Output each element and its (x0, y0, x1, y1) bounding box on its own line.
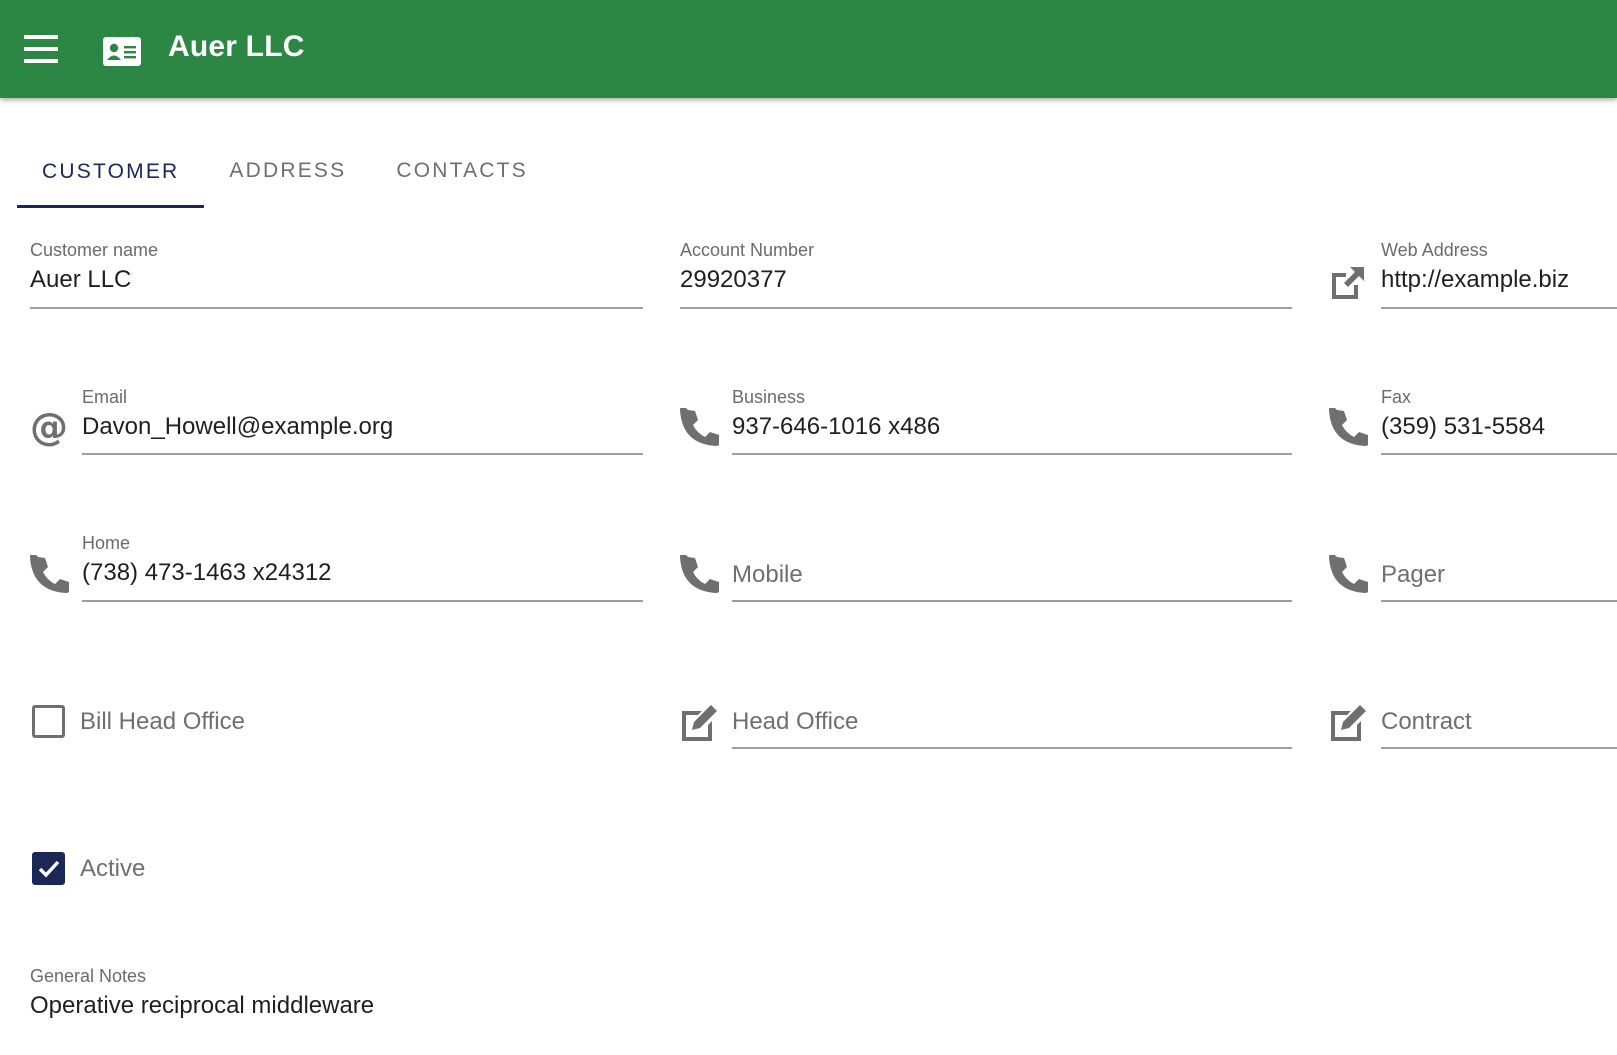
general-notes-label: General Notes (30, 966, 147, 986)
phone-icon (679, 408, 719, 448)
active-label: Active (80, 854, 146, 882)
pager-underline (1381, 600, 1617, 602)
account-number-label: Account Number (680, 240, 815, 260)
edit-icon[interactable] (679, 703, 719, 743)
mobile-underline (732, 600, 1292, 602)
customer-name-label: Customer name (30, 240, 159, 260)
head-office-field[interactable]: Head Office (732, 703, 1292, 749)
email-label: Email (82, 387, 128, 407)
mobile-placeholder: Mobile (732, 561, 803, 588)
business-value[interactable]: 937-646-1016 x486 (732, 413, 940, 441)
svg-text:@: @ (30, 408, 68, 448)
account-number-underline (680, 307, 1292, 309)
phone-icon (1328, 555, 1368, 595)
customer-name-value[interactable]: Auer LLC (30, 266, 131, 294)
business-underline (732, 453, 1292, 455)
pager-field[interactable]: Pager (1381, 556, 1617, 602)
phone-icon (29, 555, 69, 595)
fax-label: Fax (1381, 387, 1412, 407)
email-value[interactable]: Davon_Howell@example.org (82, 413, 393, 441)
contract-placeholder: Contract (1381, 708, 1472, 735)
tab-customer[interactable]: CUSTOMER (17, 136, 205, 208)
general-notes-value[interactable]: Operative reciprocal middleware (30, 992, 374, 1020)
phone-icon (1328, 408, 1368, 448)
customer-name-underline (30, 307, 643, 309)
pager-placeholder: Pager (1381, 561, 1446, 588)
home-underline (82, 600, 643, 602)
edit-icon[interactable] (1328, 703, 1368, 743)
hamburger-menu-icon[interactable] (24, 33, 60, 65)
general-notes-field[interactable]: General Notes Operative reciprocal middl… (30, 966, 630, 1026)
phone-icon (679, 555, 719, 595)
bill-head-office-checkbox[interactable]: Bill Head Office (32, 705, 245, 738)
web-address-label: Web Address (1381, 240, 1488, 260)
head-office-underline (732, 747, 1292, 749)
checkbox-checked-icon[interactable] (32, 852, 65, 885)
mobile-phone-field[interactable]: Mobile (732, 556, 1292, 602)
fax-field[interactable]: Fax (359) 531-5584 (1381, 387, 1617, 455)
at-sign-icon: @ (29, 408, 69, 448)
business-label: Business (732, 387, 806, 407)
web-address-field[interactable]: Web Address http://example.biz (1381, 240, 1617, 309)
contract-field[interactable]: Contract (1381, 703, 1617, 749)
contract-underline (1381, 747, 1617, 749)
page-title: Auer LLC (168, 30, 305, 63)
customer-name-field[interactable]: Customer name Auer LLC (30, 240, 643, 309)
fax-value[interactable]: (359) 531-5584 (1381, 413, 1545, 441)
fax-underline (1381, 453, 1617, 455)
email-underline (82, 453, 643, 455)
web-address-value[interactable]: http://example.biz (1381, 266, 1569, 294)
business-phone-field[interactable]: Business 937-646-1016 x486 (732, 387, 1292, 455)
tab-bar: CUSTOMER ADDRESS CONTACTS (17, 136, 553, 208)
head-office-placeholder: Head Office (732, 708, 859, 735)
open-external-icon[interactable] (1328, 263, 1368, 303)
web-address-underline (1381, 307, 1617, 309)
home-value[interactable]: (738) 473-1463 x24312 (82, 559, 332, 587)
email-field[interactable]: Email Davon_Howell@example.org (82, 387, 643, 455)
tab-address[interactable]: ADDRESS (204, 136, 371, 206)
app-bar: Auer LLC (0, 0, 1617, 98)
home-phone-field[interactable]: Home (738) 473-1463 x24312 (82, 533, 643, 602)
account-number-value[interactable]: 29920377 (680, 266, 787, 294)
checkbox-unchecked-icon[interactable] (32, 705, 65, 738)
account-number-field[interactable]: Account Number 29920377 (680, 240, 1292, 309)
contact-card-icon (103, 37, 143, 67)
active-checkbox[interactable]: Active (32, 852, 145, 885)
tab-contacts[interactable]: CONTACTS (371, 136, 553, 206)
home-label: Home (82, 533, 131, 553)
bill-head-office-label: Bill Head Office (80, 707, 245, 735)
